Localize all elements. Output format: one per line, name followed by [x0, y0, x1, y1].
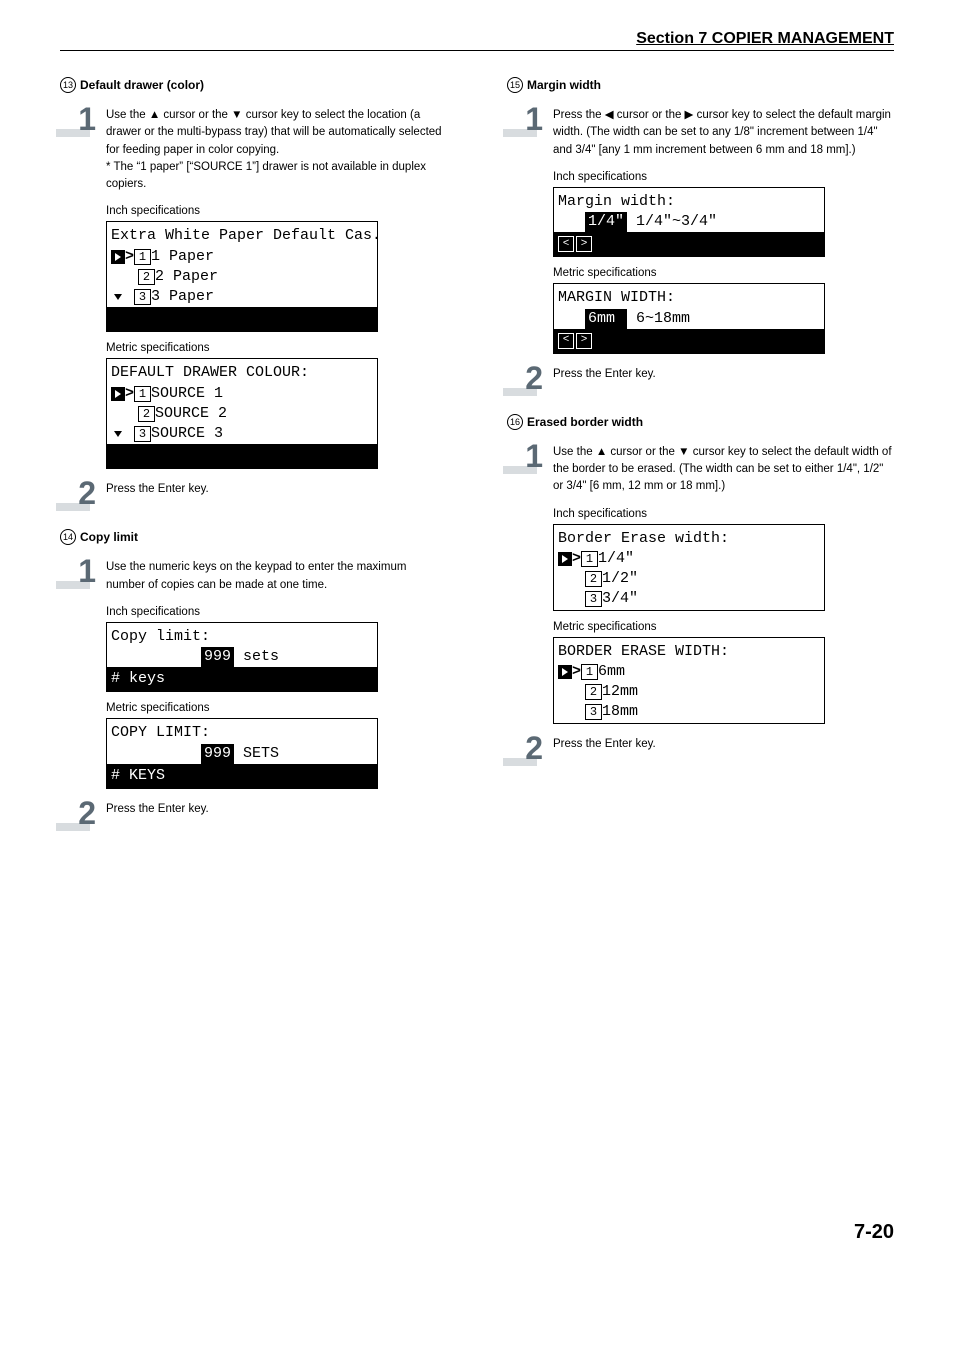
step-text: Use the numeric keys on the keypad to en…	[106, 555, 447, 594]
spec-label-metric: Metric specifications	[106, 342, 447, 354]
step-number: 1	[507, 103, 543, 135]
heading-text: Default drawer (color)	[80, 78, 204, 92]
down-icon	[111, 290, 125, 304]
step-15-1: 1 Press the ◀ cursor or the ▶ cursor key…	[507, 103, 894, 159]
lcd-13-metric: DEFAULT DRAWER COLOUR: >1 SOURCE 1 2 SOU…	[106, 358, 378, 469]
step-text: Press the Enter key.	[553, 362, 656, 383]
down-icon	[111, 427, 125, 441]
step-number: 2	[507, 362, 543, 394]
step-number: 1	[507, 440, 543, 472]
heading-15: 15 Margin width	[507, 77, 894, 93]
lcd-15-inch: Margin width: 1/4" 1/4"~3/4" <>	[553, 187, 825, 258]
step-14-1: 1 Use the numeric keys on the keypad to …	[60, 555, 447, 594]
step-number: 2	[60, 477, 96, 509]
cursor-icon	[558, 665, 572, 679]
spec-label-metric: Metric specifications	[106, 702, 447, 714]
circled-num: 14	[60, 529, 76, 545]
cursor-icon	[111, 387, 125, 401]
step-text: Press the ◀ cursor or the ▶ cursor key t…	[553, 103, 894, 159]
left-column: 13 Default drawer (color) 1 Use the ▲ cu…	[60, 71, 447, 841]
spec-label-metric: Metric specifications	[553, 621, 894, 633]
heading-13: 13 Default drawer (color)	[60, 77, 447, 93]
lcd-14-inch: Copy limit: 999 sets # keys	[106, 622, 378, 693]
heading-text: Erased border width	[527, 415, 643, 429]
step-text: Press the Enter key.	[106, 477, 209, 498]
step-13-1: 1 Use the ▲ cursor or the ▼ cursor key t…	[60, 103, 447, 193]
step-15-2: 2 Press the Enter key.	[507, 362, 894, 394]
spec-label-inch: Inch specifications	[106, 205, 447, 217]
spec-label-inch: Inch specifications	[106, 606, 447, 618]
content-columns: 13 Default drawer (color) 1 Use the ▲ cu…	[60, 71, 894, 841]
circled-num: 16	[507, 414, 523, 430]
lcd-15-metric: MARGIN WIDTH: 6mm 6~18mm <>	[553, 283, 825, 354]
left-right-icon: <>	[558, 236, 592, 252]
heading-14: 14 Copy limit	[60, 529, 447, 545]
step-16-2: 2 Press the Enter key.	[507, 732, 894, 764]
cursor-icon	[111, 250, 125, 264]
heading-16: 16 Erased border width	[507, 414, 894, 430]
step-text: Press the Enter key.	[106, 797, 209, 818]
step-text: Press the Enter key.	[553, 732, 656, 753]
step-13-2: 2 Press the Enter key.	[60, 477, 447, 509]
step-text: Use the ▲ cursor or the ▼ cursor key to …	[106, 103, 447, 193]
step-16-1: 1 Use the ▲ cursor or the ▼ cursor key t…	[507, 440, 894, 496]
spec-label-metric: Metric specifications	[553, 267, 894, 279]
right-column: 15 Margin width 1 Press the ◀ cursor or …	[507, 71, 894, 841]
lcd-14-metric: COPY LIMIT: 999 SETS # KEYS	[106, 718, 378, 789]
cursor-icon	[558, 552, 572, 566]
heading-text: Copy limit	[80, 530, 138, 544]
section-header: Section 7 COPIER MANAGEMENT	[60, 30, 894, 51]
circled-num: 13	[60, 77, 76, 93]
step-14-2: 2 Press the Enter key.	[60, 797, 447, 829]
lcd-13-inch: Extra White Paper Default Cas. >1 1 Pape…	[106, 221, 378, 332]
step-number: 2	[60, 797, 96, 829]
heading-text: Margin width	[527, 78, 601, 92]
lcd-16-metric: BORDER ERASE WIDTH: >1 6mm 2 12mm 3 18mm	[553, 637, 825, 724]
step-text: Use the ▲ cursor or the ▼ cursor key to …	[553, 440, 894, 496]
left-right-icon: <>	[558, 333, 592, 349]
step-number: 1	[60, 555, 96, 587]
spec-label-inch: Inch specifications	[553, 508, 894, 520]
spec-label-inch: Inch specifications	[553, 171, 894, 183]
step-number: 2	[507, 732, 543, 764]
circled-num: 15	[507, 77, 523, 93]
lcd-16-inch: Border Erase width: >1 1/4" 2 1/2" 3 3/4…	[553, 524, 825, 611]
page-number: 7-20	[60, 1221, 894, 1244]
step-number: 1	[60, 103, 96, 135]
